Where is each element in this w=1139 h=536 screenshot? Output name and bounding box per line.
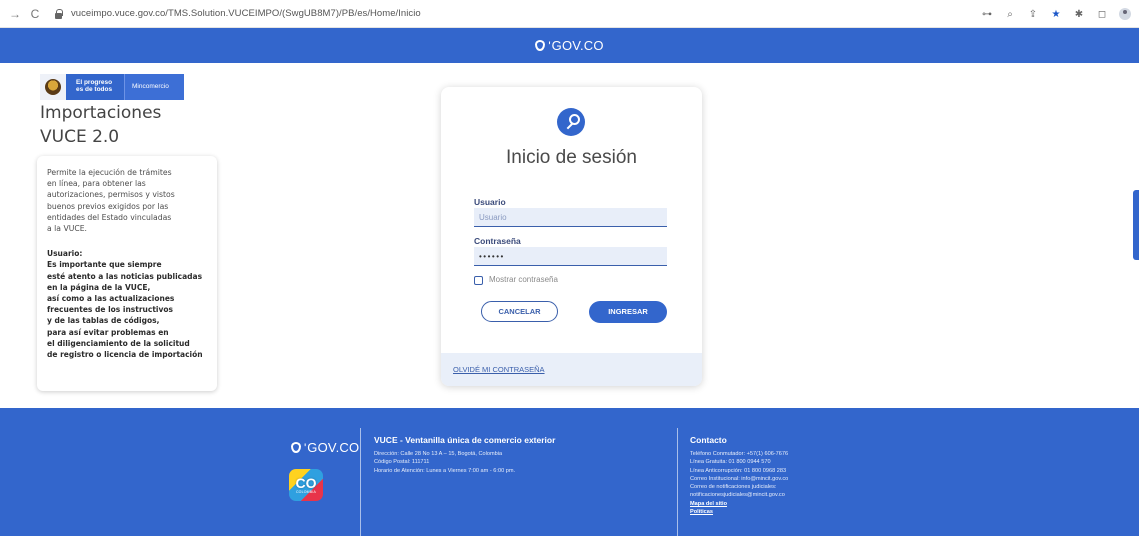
info-notice: Usuario: Es importante que siempre esté … bbox=[47, 249, 203, 360]
username-label: Usuario bbox=[474, 197, 506, 207]
info-description: Permite la ejecución de trámites en líne… bbox=[47, 168, 175, 234]
address-bar[interactable]: vuceimpo.vuce.gov.co/TMS.Solution.VUCEIM… bbox=[71, 8, 421, 19]
browser-toolbar: → C vuceimpo.vuce.gov.co/TMS.Solution.VU… bbox=[0, 0, 1139, 28]
site-footer: ' GOV.CO CO COLOMBIA VUCE - Ventanilla ú… bbox=[0, 408, 1139, 536]
info-box: Permite la ejecución de trámites en líne… bbox=[37, 156, 217, 391]
password-label: Contraseña bbox=[474, 236, 521, 246]
coat-of-arms-icon bbox=[40, 74, 66, 100]
login-card-footer: OLVIDÉ MI CONTRASEÑA bbox=[441, 353, 702, 386]
username-input[interactable] bbox=[474, 208, 667, 227]
login-button[interactable]: INGRESAR bbox=[589, 301, 667, 323]
login-title: Inicio de sesión bbox=[506, 147, 637, 168]
footer-vuce-title: VUCE - Ventanilla única de comercio exte… bbox=[374, 435, 556, 445]
password-input[interactable] bbox=[474, 247, 667, 266]
mincomercio-logo: Mincomercio bbox=[124, 74, 184, 100]
show-password-checkbox[interactable] bbox=[474, 276, 483, 285]
key-icon bbox=[557, 108, 585, 136]
progreso-logo: El progreso es de todos bbox=[66, 74, 124, 100]
page-title: Importaciones VUCE 2.0 bbox=[40, 103, 162, 147]
lock-icon[interactable] bbox=[54, 8, 63, 19]
extensions-icon[interactable]: ✱ bbox=[1073, 9, 1085, 20]
show-password-label[interactable]: Mostrar contraseña bbox=[489, 275, 558, 284]
cancel-button[interactable]: CANCELAR bbox=[481, 301, 558, 322]
key-icon[interactable]: ⊶ bbox=[981, 9, 993, 20]
footer-gov-logo[interactable]: ' GOV.CO bbox=[291, 440, 359, 455]
sidepanel-icon[interactable]: ◻ bbox=[1096, 9, 1108, 20]
sitemap-link[interactable]: Mapa del sitio bbox=[690, 500, 788, 508]
browser-actions: ⊶ ⌕ ⇪ ★ ✱ ◻ bbox=[981, 0, 1131, 28]
login-card: Inicio de sesión Usuario Contraseña Most… bbox=[441, 87, 702, 386]
gov-logo[interactable]: ' GOV.CO bbox=[535, 38, 603, 53]
side-feedback-tab[interactable] bbox=[1133, 190, 1139, 260]
footer-vuce-column: VUCE - Ventanilla única de comercio exte… bbox=[374, 435, 556, 474]
gov-header-bar: ' GOV.CO bbox=[0, 28, 1139, 63]
brand-logos: El progreso es de todos Mincomercio bbox=[40, 74, 184, 100]
share-icon[interactable]: ⇪ bbox=[1027, 9, 1039, 20]
footer-divider bbox=[677, 428, 678, 536]
bookmark-star-icon[interactable]: ★ bbox=[1050, 9, 1062, 20]
policies-link[interactable]: Políticas bbox=[690, 508, 788, 516]
footer-contact-title: Contacto bbox=[690, 435, 727, 445]
forgot-password-link[interactable]: OLVIDÉ MI CONTRASEÑA bbox=[453, 365, 545, 374]
footer-contact-column: Contacto Teléfono Conmutador: +57(1) 606… bbox=[690, 435, 789, 516]
gov-shield-icon bbox=[535, 40, 546, 51]
gov-shield-icon bbox=[291, 442, 301, 453]
zoom-icon[interactable]: ⌕ bbox=[1004, 9, 1016, 20]
colombia-co-logo: CO COLOMBIA bbox=[289, 469, 323, 501]
profile-avatar-icon[interactable] bbox=[1119, 8, 1131, 20]
footer-divider bbox=[360, 428, 361, 536]
reload-icon[interactable]: C bbox=[28, 7, 42, 21]
forward-icon[interactable]: → bbox=[8, 7, 22, 21]
